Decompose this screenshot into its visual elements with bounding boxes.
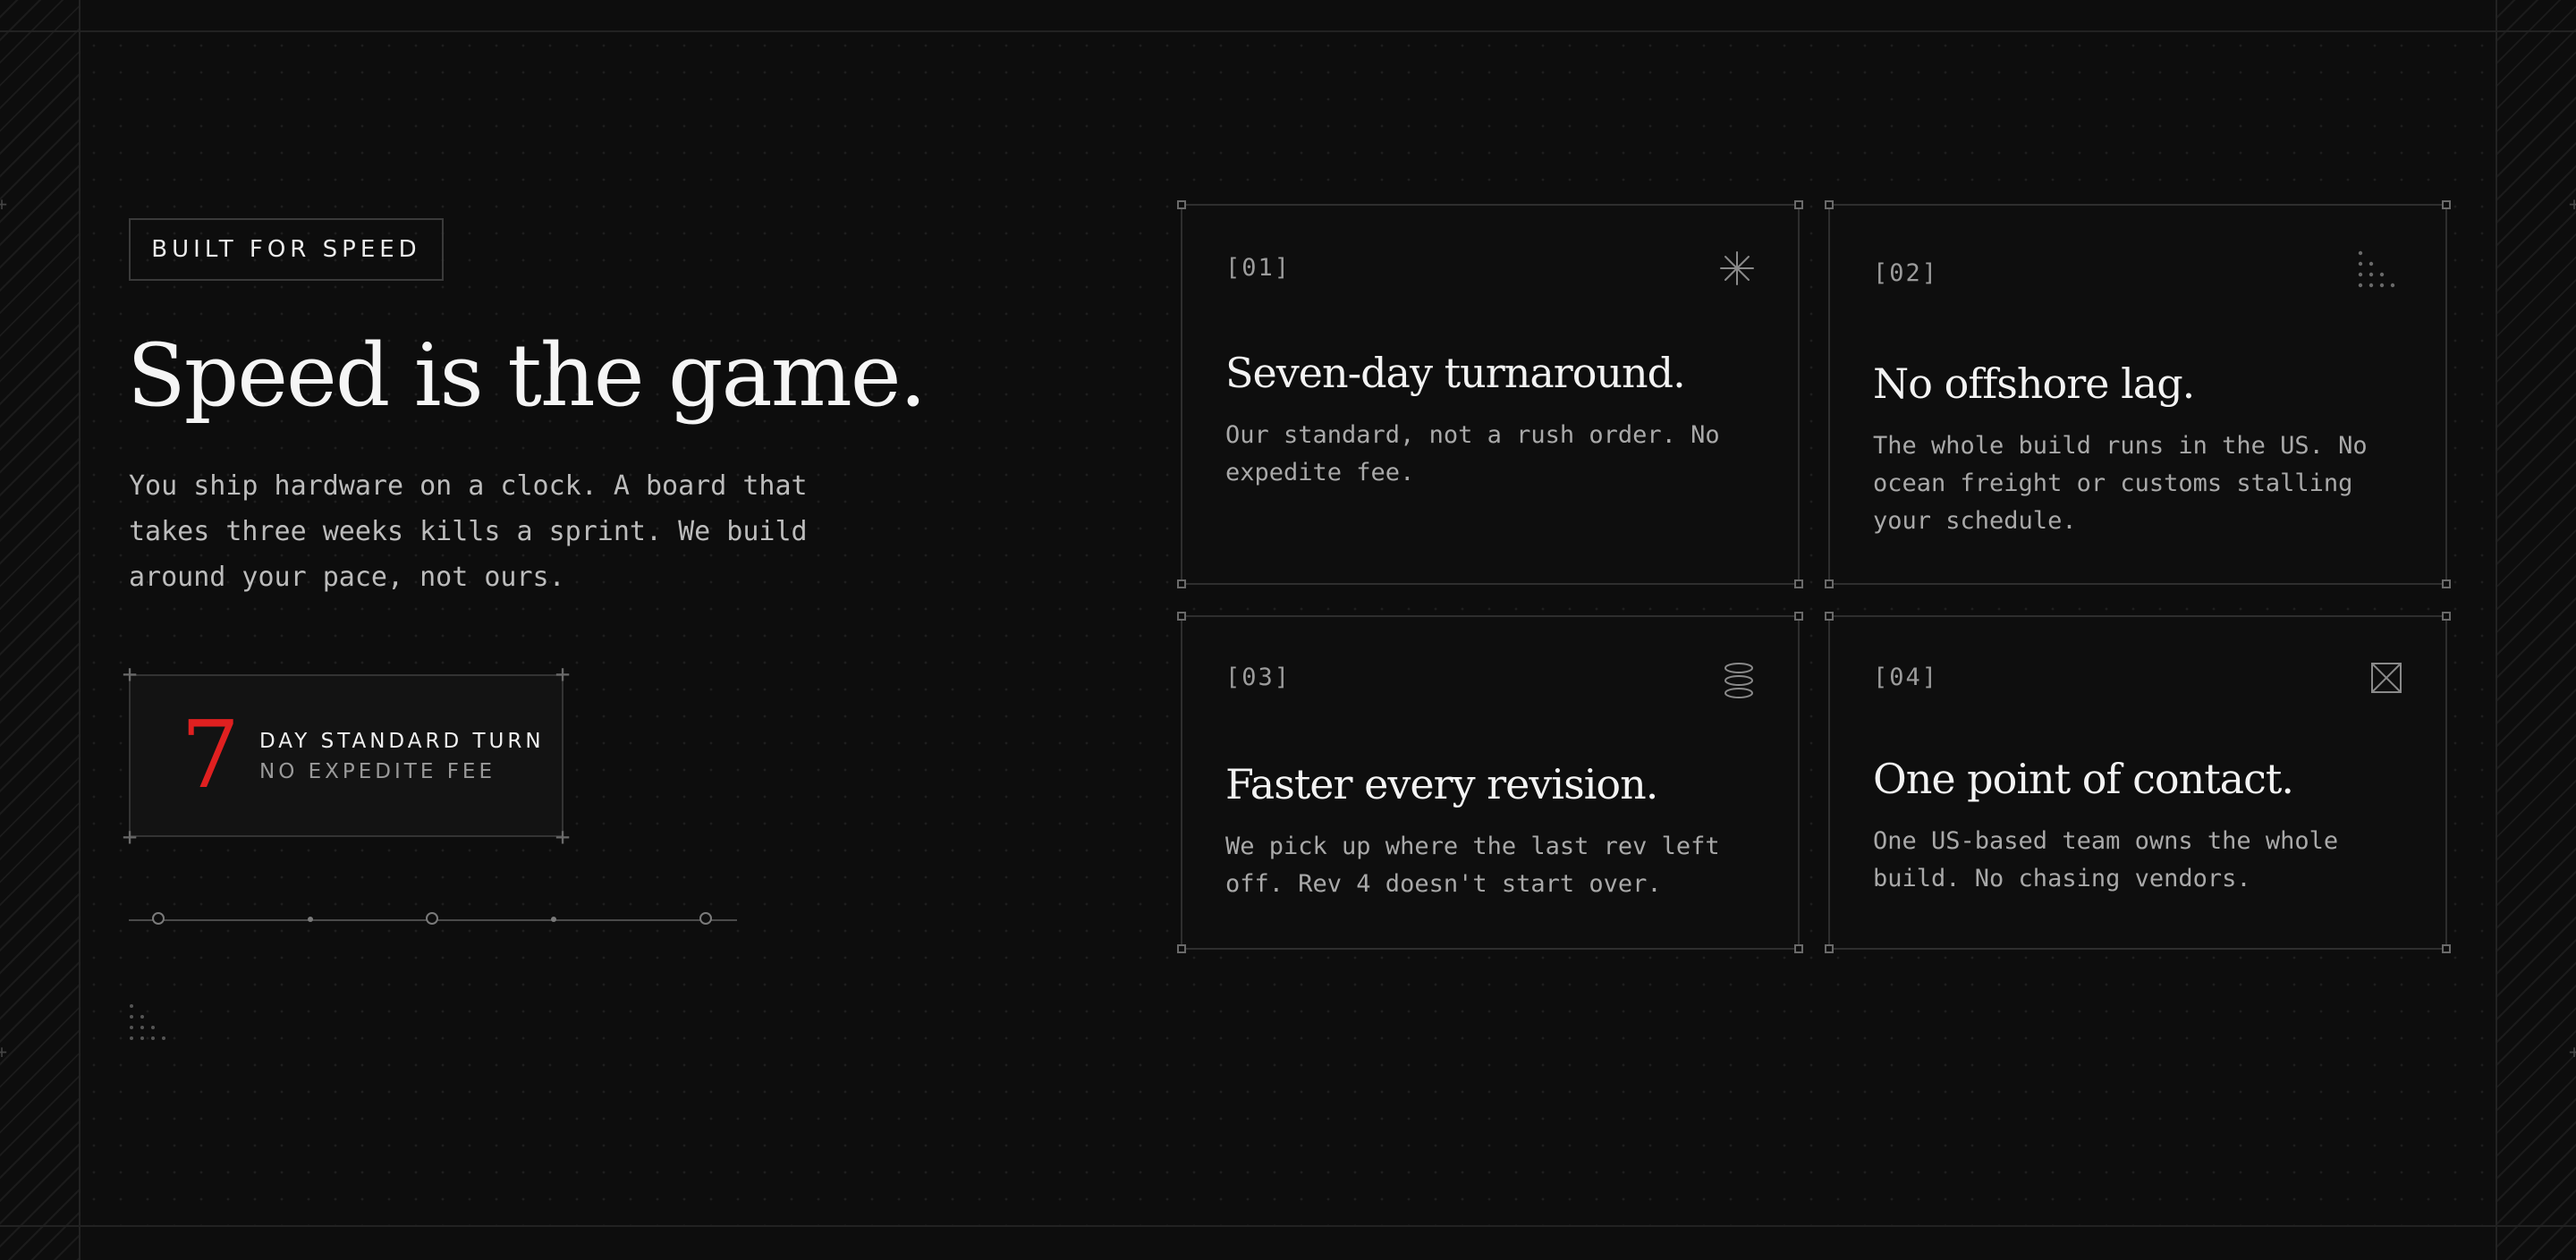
stat-box: + + + + 7 DAY STANDARD TURN NO EXPEDITE … xyxy=(123,662,571,850)
stat-sublabel: NO EXPEDITE FEE xyxy=(259,760,496,783)
card-corner xyxy=(1794,579,1803,588)
card-title: Faster every revision. xyxy=(1225,760,1658,808)
corner-plus-icon: + xyxy=(555,659,571,689)
stat-number: 7 xyxy=(181,700,241,809)
track-dot xyxy=(308,917,313,922)
corner-plus-icon: + xyxy=(122,822,138,851)
card-corner xyxy=(1825,579,1834,588)
edge-tick: + xyxy=(0,1041,8,1062)
progress-track xyxy=(129,912,737,925)
layers-icon xyxy=(1724,663,1753,698)
card-corner xyxy=(1794,944,1803,953)
card-body: Our standard, not a rush order. No exped… xyxy=(1225,421,1720,486)
asterisk-icon xyxy=(1720,251,1754,285)
card-corner xyxy=(2442,612,2451,621)
track-node xyxy=(152,912,165,925)
card-index: [03] xyxy=(1225,664,1292,691)
bottom-divider xyxy=(0,1225,2576,1227)
section-badge-label: BUILT FOR SPEED xyxy=(151,236,421,263)
feature-card: [01] Seven-day turnaround. Our standard,… xyxy=(1177,200,1803,588)
corner-plus-icon: + xyxy=(122,659,138,689)
card-index: [04] xyxy=(1873,664,1939,691)
intro-paragraph: You ship hardware on a clock. A board th… xyxy=(129,470,808,593)
edge-tick: + xyxy=(0,193,8,215)
edge-tick: + xyxy=(2568,193,2576,215)
card-corner xyxy=(2442,200,2451,209)
card-corner xyxy=(1825,944,1834,953)
top-divider xyxy=(0,30,2576,32)
card-corner xyxy=(1825,612,1834,621)
card-corner xyxy=(1177,579,1186,588)
corner-plus-icon: + xyxy=(555,822,571,851)
card-title: One point of contact. xyxy=(1873,755,2294,803)
card-body: We pick up where the last rev left off. … xyxy=(1225,833,1720,898)
dot-grid-icon xyxy=(2358,250,2395,288)
card-index: [02] xyxy=(1873,259,1939,287)
card-corner xyxy=(2442,579,2451,588)
headline: Speed is the game. xyxy=(127,326,927,426)
card-body: One US-based team owns the whole build. … xyxy=(1873,827,2339,892)
card-body: The whole build runs in the US. No ocean… xyxy=(1873,432,2368,535)
card-index: [01] xyxy=(1225,254,1292,282)
card-corner xyxy=(1794,200,1803,209)
feature-card: [04] One point of contact. One US-based … xyxy=(1825,612,2451,953)
feature-card: [02] No offshore lag. The whole build ru… xyxy=(1825,200,2451,588)
track-dot xyxy=(551,917,556,922)
feature-card: [03] Faster every revision. We pick up w… xyxy=(1177,612,1803,953)
dot-cluster-icon xyxy=(130,1004,165,1040)
right-hatched-rail xyxy=(2496,0,2576,1260)
card-title: Seven-day turnaround. xyxy=(1225,349,1686,397)
track-node xyxy=(699,912,712,925)
card-corner xyxy=(1794,612,1803,621)
card-corner xyxy=(1177,200,1186,209)
card-corner xyxy=(1825,200,1834,209)
card-corner xyxy=(2442,944,2451,953)
section-badge: BUILT FOR SPEED xyxy=(129,218,444,281)
edge-tick: + xyxy=(2568,1041,2576,1062)
stat-label: DAY STANDARD TURN xyxy=(259,730,545,753)
left-hatched-rail xyxy=(0,0,80,1260)
crossed-box-icon xyxy=(2371,663,2402,693)
card-corner xyxy=(1177,612,1186,621)
card-title: No offshore lag. xyxy=(1873,359,2195,408)
track-node xyxy=(426,912,438,925)
card-corner xyxy=(1177,944,1186,953)
